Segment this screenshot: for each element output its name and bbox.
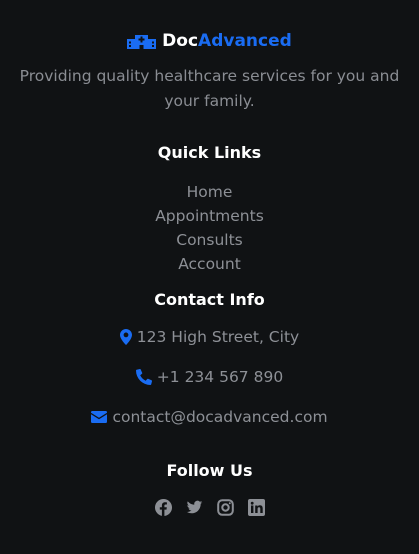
facebook-icon[interactable] bbox=[154, 499, 172, 516]
twitter-icon[interactable] bbox=[186, 499, 203, 516]
brand-logo[interactable]: DocAdvanced bbox=[0, 31, 419, 51]
contact-info-title: Contact Info bbox=[154, 290, 265, 309]
quick-link-consults[interactable]: Consults bbox=[0, 228, 419, 252]
map-pin-icon bbox=[119, 329, 132, 345]
tagline: Providing quality healthcare services fo… bbox=[19, 67, 400, 110]
contact-phone[interactable]: +1 234 567 890 bbox=[0, 368, 419, 386]
quick-link-account[interactable]: Account bbox=[0, 252, 419, 276]
contact-phone-text: +1 234 567 890 bbox=[156, 368, 284, 386]
phone-icon bbox=[135, 369, 152, 385]
quick-links-list: Home Appointments Consults Account bbox=[0, 180, 419, 276]
hospital-icon bbox=[127, 34, 157, 49]
social-links bbox=[0, 499, 419, 516]
brand-name-advanced: Advanced bbox=[198, 31, 292, 51]
follow-us-title: Follow Us bbox=[166, 461, 253, 480]
envelope-icon bbox=[91, 411, 108, 423]
brand-name-doc: Doc bbox=[162, 31, 199, 51]
linkedin-icon[interactable] bbox=[247, 499, 265, 516]
contact-email[interactable]: contact@docadvanced.com bbox=[0, 408, 419, 426]
quick-link-home[interactable]: Home bbox=[0, 180, 419, 204]
instagram-icon[interactable] bbox=[216, 499, 234, 516]
site-footer: DocAdvanced Providing quality healthcare… bbox=[0, 0, 419, 554]
quick-link-appointments[interactable]: Appointments bbox=[0, 204, 419, 228]
quick-links-title: Quick Links bbox=[157, 143, 262, 162]
contact-address-text: 123 High Street, City bbox=[136, 328, 300, 346]
contact-address: 123 High Street, City bbox=[0, 328, 419, 346]
contact-email-text: contact@docadvanced.com bbox=[112, 408, 328, 426]
